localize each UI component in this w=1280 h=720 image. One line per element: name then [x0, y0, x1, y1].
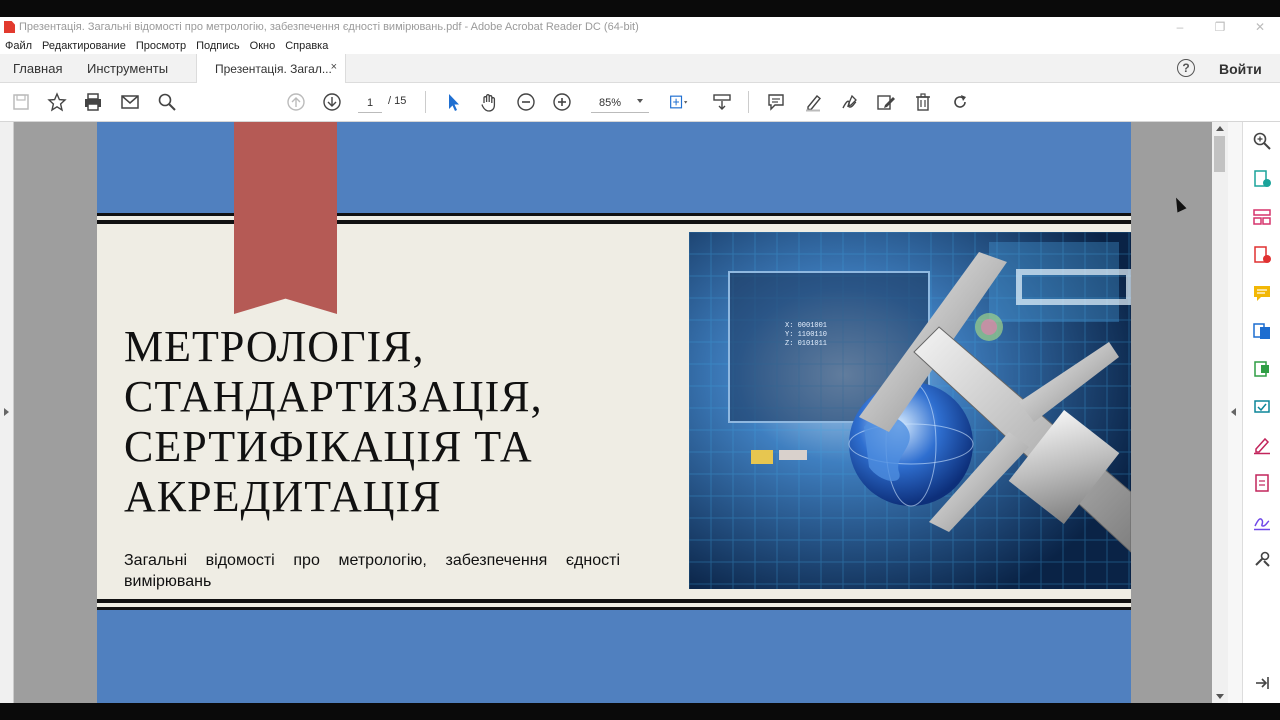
- toolbar-divider: [425, 91, 426, 113]
- menu-sign[interactable]: Подпись: [196, 40, 240, 52]
- toolbar-divider: [748, 91, 749, 113]
- tab-document[interactable]: Презентація. Загал... ×: [196, 54, 346, 84]
- page-total: / 15: [388, 95, 407, 107]
- menu-file[interactable]: Файл: [5, 40, 32, 52]
- tab-document-label: Презентація. Загал...: [215, 62, 332, 76]
- page-up-icon[interactable]: [285, 91, 307, 113]
- coordinate-z: Z: 0101011: [785, 340, 827, 348]
- caliper-globe-illustration: X: 0001001 Y: 1100110 Z: 0101011: [689, 232, 1131, 589]
- scroll-mode-icon[interactable]: [711, 91, 733, 113]
- heading-line: МЕТРОЛОГІЯ,: [124, 322, 425, 371]
- scroll-thumb[interactable]: [1214, 136, 1225, 172]
- more-tools-icon[interactable]: [1252, 549, 1272, 569]
- scroll-up-icon[interactable]: [1216, 126, 1224, 131]
- divider-line: [97, 599, 1131, 603]
- edit-pdf-icon[interactable]: [1252, 359, 1272, 379]
- bookmark-star-icon[interactable]: [46, 91, 68, 113]
- help-icon[interactable]: ?: [1177, 59, 1195, 77]
- acrobat-app-icon: [4, 21, 15, 33]
- letterbox-top: [0, 0, 1280, 17]
- collapse-arrow-icon: [1231, 408, 1236, 416]
- right-panel-toggle[interactable]: [1228, 122, 1242, 703]
- delete-icon[interactable]: [912, 91, 934, 113]
- window-title: Презентація. Загальні відомості про метр…: [19, 21, 639, 33]
- document-icon[interactable]: [1252, 473, 1272, 493]
- zoom-select[interactable]: 85%: [591, 93, 649, 113]
- tab-tools[interactable]: Инструменты: [87, 54, 168, 83]
- window-controls: – ❐ ✕: [1160, 17, 1280, 37]
- print-icon[interactable]: [82, 91, 104, 113]
- expand-arrow-icon: [4, 408, 9, 416]
- rotate-icon[interactable]: [949, 91, 971, 113]
- sign-icon[interactable]: [839, 91, 861, 113]
- hand-icon[interactable]: [478, 91, 500, 113]
- tab-bar: Главная Инструменты Презентація. Загал..…: [0, 54, 1280, 84]
- divider-line: [97, 607, 1131, 610]
- minimize-button[interactable]: –: [1160, 17, 1200, 37]
- tools-pane: [1242, 122, 1280, 703]
- coordinate-y: Y: 1100110: [785, 331, 827, 339]
- email-icon[interactable]: [119, 91, 141, 113]
- fit-page-icon[interactable]: [665, 91, 693, 113]
- login-button[interactable]: Войти: [1219, 61, 1262, 77]
- panel-collapse-icon[interactable]: [1252, 673, 1272, 693]
- close-window-button[interactable]: ✕: [1240, 17, 1280, 37]
- coordinate-x: X: 0001001: [785, 322, 827, 330]
- heading-line: СЕРТИФІКАЦІЯ ТА: [124, 422, 533, 471]
- letterbox-bottom: [0, 703, 1280, 720]
- menu-bar: Файл Редактирование Просмотр Подпись Окн…: [0, 37, 1280, 54]
- slide-heading: МЕТРОЛОГІЯ, СТАНДАРТИЗАЦІЯ, СЕРТИФІКАЦІЯ…: [124, 322, 644, 522]
- menu-edit[interactable]: Редактирование: [42, 40, 126, 52]
- heading-line: СТАНДАРТИЗАЦІЯ,: [124, 372, 543, 421]
- left-panel-toggle[interactable]: [0, 122, 14, 703]
- zoom-out-icon[interactable]: [515, 91, 537, 113]
- highlight-icon[interactable]: [802, 91, 824, 113]
- comment-tool-icon[interactable]: [1252, 283, 1272, 303]
- tab-close-button[interactable]: ×: [331, 61, 337, 73]
- search-icon[interactable]: [156, 91, 178, 113]
- export-pdf-icon[interactable]: [1252, 169, 1272, 189]
- stamp-icon[interactable]: [875, 91, 897, 113]
- save-icon[interactable]: [10, 91, 32, 113]
- title-bar: Презентація. Загальні відомості про метр…: [0, 17, 1280, 37]
- page-number-input[interactable]: 1: [358, 93, 382, 113]
- combine-files-icon[interactable]: [1252, 321, 1272, 341]
- pdf-page: МЕТРОЛОГІЯ, СТАНДАРТИЗАЦІЯ, СЕРТИФІКАЦІЯ…: [97, 122, 1131, 703]
- comment-icon[interactable]: [765, 91, 787, 113]
- select-cursor-icon[interactable]: [442, 91, 464, 113]
- restore-button[interactable]: ❐: [1200, 17, 1240, 37]
- page-down-icon[interactable]: [321, 91, 343, 113]
- scroll-down-icon[interactable]: [1216, 694, 1224, 699]
- zoom-in-icon[interactable]: [551, 91, 573, 113]
- signature-icon[interactable]: [1252, 511, 1272, 531]
- tab-home[interactable]: Главная: [13, 54, 62, 83]
- menu-window[interactable]: Окно: [250, 40, 276, 52]
- organize-pages-icon[interactable]: [1252, 207, 1272, 227]
- caliper-globe-image: X: 0001001 Y: 1100110 Z: 0101011: [689, 232, 1131, 589]
- menu-view[interactable]: Просмотр: [136, 40, 186, 52]
- zoom-value: 85%: [599, 96, 622, 109]
- chevron-down-icon: [637, 99, 643, 103]
- bookmark-ribbon: [234, 122, 337, 314]
- menu-help[interactable]: Справка: [285, 40, 328, 52]
- create-pdf-icon[interactable]: [1252, 245, 1272, 265]
- vertical-scrollbar[interactable]: [1212, 122, 1228, 703]
- screen: Презентація. Загальні відомості про метр…: [0, 0, 1280, 720]
- fill-sign-icon[interactable]: [1252, 435, 1272, 455]
- zoom-tool-icon[interactable]: [1252, 131, 1272, 151]
- heading-line: АКРЕДИТАЦІЯ: [124, 472, 442, 521]
- compress-pdf-icon[interactable]: [1252, 397, 1272, 417]
- toolbar: 1 / 15 85%: [0, 83, 1280, 122]
- slide-subtitle: Загальні відомості про метрологію, забез…: [124, 552, 620, 590]
